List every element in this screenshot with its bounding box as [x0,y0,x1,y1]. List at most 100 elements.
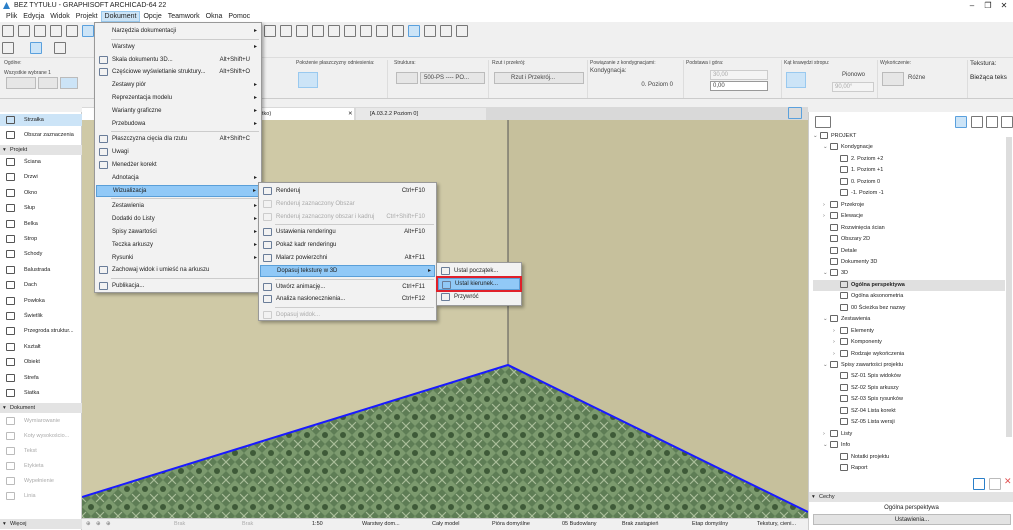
nav-item-notatki-projektu[interactable]: Notatki projektu [833,452,889,463]
tool-s-wietlik[interactable]: Świetlik [0,310,82,322]
tool-linia[interactable]: Linia [0,490,82,502]
menu-widok[interactable]: Widok [47,11,72,22]
menu-okna[interactable]: Okna [203,11,226,22]
expand-arrow-icon[interactable]: ⌄ [823,360,830,371]
tool-wype-nienie[interactable]: Wypełnienie [0,475,82,487]
tool-s-up[interactable]: Słup [0,202,82,214]
status-tekstury-cieni[interactable]: Tekstury, cieni... [757,519,796,530]
menu-item-zestawienia[interactable]: Zestawienia ▸ [96,200,260,212]
menu-item-skala-dokumentu-3d[interactable]: Skala dokumentu 3D... Alt+Shift+U [96,54,260,66]
tool-kszta-t[interactable]: Kształt [0,341,82,353]
menu-opcje[interactable]: Opcje [140,11,164,22]
ref-bottom-button[interactable] [322,72,340,88]
close-tab-icon[interactable]: ✕ [348,108,353,120]
3d-window-icon[interactable] [30,42,42,54]
close-button[interactable]: ✕ [997,0,1011,11]
properties-header[interactable]: Cechy [809,492,1013,502]
tool-siatka[interactable]: Siatka [0,387,82,399]
tab-floorplan[interactable]: [A.03.2.2 Poziom 0] [356,108,486,120]
ref-top-button[interactable] [298,72,318,88]
expand-arrow-icon[interactable]: › [833,326,840,337]
navigator-mode-icon[interactable] [815,116,831,128]
nav-item-info[interactable]: ⌄ Info [823,440,850,451]
nav-item-listy[interactable]: › Listy [823,429,852,440]
cross-icon[interactable] [280,25,292,37]
nav-item-sz-03-spis-rysunko-w[interactable]: SZ-03 Spis rysunków [833,394,903,405]
publisher-icon[interactable] [1001,116,1013,128]
layout-book-icon[interactable] [986,116,998,128]
home-icon[interactable] [392,25,404,37]
expand-arrow-icon[interactable]: › [823,429,830,440]
tool-koty-wysokos-cio[interactable]: Koty wysokościo... [0,430,82,442]
menu-item-wizualizacja[interactable]: Wizualizacja ▸ [96,184,260,197]
view-map-icon[interactable] [971,116,983,128]
menu-item-malarz-powierzchni[interactable]: Malarz powierzchni Alt+F11 [260,252,435,264]
tool-strza-ka[interactable]: Strzałka [0,114,82,126]
more-tools[interactable]: Więcej [0,519,82,529]
tool-przegroda-struktur[interactable]: Przegroda struktur... [0,325,82,337]
box-icon[interactable] [376,25,388,37]
menu-item-reprezentacja-modelu[interactable]: Reprezentacja modelu ▸ [96,92,260,104]
fit-icon[interactable]: ⊕ [106,519,111,530]
menu-edycja[interactable]: Edycja [20,11,47,22]
menu-item-zestawy-pio-r[interactable]: Zestawy piór ▸ [96,79,260,91]
tool-okno[interactable]: Okno [0,187,82,199]
menu-item-warstwy[interactable]: Warstwy ▸ [96,41,260,53]
nav-item-obszary-2d[interactable]: Obszary 2D [823,234,870,245]
curve-icon[interactable] [360,25,372,37]
menu-item-dopasuj-widok[interactable]: Dopasuj widok... [260,309,435,321]
zoom-in-icon[interactable]: ⊕ [86,519,91,530]
menu-item-zachowaj-widok-i-umies-c-na-arkuszu[interactable]: Zachowaj widok i umieść na arkuszu [96,264,260,276]
layout-icon[interactable] [54,42,66,54]
eyedropper-icon[interactable] [50,25,62,37]
nav-item-rodzaje-wykon-czenia[interactable]: › Rodzaje wykończenia [833,349,904,360]
nav-item-elementy[interactable]: › Elementy [833,326,874,337]
nav-item-sz-04-lista-korekt[interactable]: SZ-04 Lista korekt [833,406,896,417]
nav-item-sz-02-spis-arkuszy[interactable]: SZ-02 Spis arkuszy [833,383,899,394]
menu-pomoc[interactable]: Pomoc [225,11,253,22]
nav-item-sz-01-spis-widoko-w[interactable]: SZ-01 Spis widoków [833,371,901,382]
expand-arrow-icon[interactable]: › [823,200,830,211]
menu-plik[interactable]: Plik [3,11,20,22]
top-field[interactable]: 30,00 [710,70,768,80]
clone-icon[interactable] [989,478,1001,490]
3d-icon[interactable] [456,25,468,37]
nav-item-0-poziom-0[interactable]: 0. Poziom 0 [833,177,880,188]
tool-wymiarowanie[interactable]: Wymiarowanie [0,415,82,427]
status-1-50[interactable]: 1:50 [312,519,323,530]
nav-item-przekroje[interactable]: › Przekroje [823,200,864,211]
tool-tekst[interactable]: Tekst [0,445,82,457]
nav-item-00-s-ciez-ka-bez-nazwy[interactable]: 00 Ścieżka bez nazwy [833,303,905,314]
menu-item-publikacja[interactable]: Publikacja... [96,280,260,292]
expand-arrow-icon[interactable]: ⌄ [823,142,830,153]
menu-item-uwagi[interactable]: Uwagi [96,146,260,158]
menu-item-utwo-rz-animacje[interactable]: Utwórz animację... Ctrl+F11 [260,281,435,293]
delete-icon[interactable]: ✕ [1004,476,1012,487]
navigator-scrollbar[interactable] [1006,137,1012,437]
new-view-icon[interactable] [973,478,985,490]
finish-button[interactable] [882,72,904,86]
nav-item-zestawienia[interactable]: ⌄ Zestawienia [823,314,870,325]
nav-item-dokumenty-3d[interactable]: Dokumenty 3D [823,257,877,268]
pen-icon[interactable] [424,25,436,37]
tool-etykieta[interactable]: Etykieta [0,460,82,472]
nav-item-kondygnacje[interactable]: ⌄ Kondygnacje [823,142,873,153]
story-value[interactable]: 0. Poziom 0 [641,82,673,88]
selection-button[interactable] [38,77,58,89]
section-projekt[interactable]: Projekt [0,145,82,155]
pick-icon[interactable] [34,25,46,37]
expand-arrow-icon[interactable]: ⌄ [813,131,820,142]
tool-dach[interactable]: Dach [0,279,82,291]
syringe-icon[interactable] [66,25,78,37]
menu-item-renderuj-zaznaczony-obszar[interactable]: Renderuj zaznaczony Obszar [260,198,435,210]
status-etap-domys-lny[interactable]: Etap domyślny [692,519,728,530]
expand-arrow-icon[interactable]: ⌄ [823,440,830,451]
expand-arrow-icon[interactable]: ⌄ [823,314,830,325]
corner-icon[interactable] [344,25,356,37]
adjust-icon[interactable] [328,25,340,37]
settings-button[interactable]: Ustawienia... [813,514,1011,525]
nav-item-ogo-lna-perspektywa[interactable]: Ogólna perspektywa [813,279,1005,291]
nav-item-2-poziom-2[interactable]: 2. Poziom +2 [833,154,883,165]
nav-item-ogo-lna-aksonometria[interactable]: Ogólna aksonometria [833,291,903,302]
menu-item-pokaz-kadr-renderingu[interactable]: Pokaż kadr renderingu [260,239,435,251]
